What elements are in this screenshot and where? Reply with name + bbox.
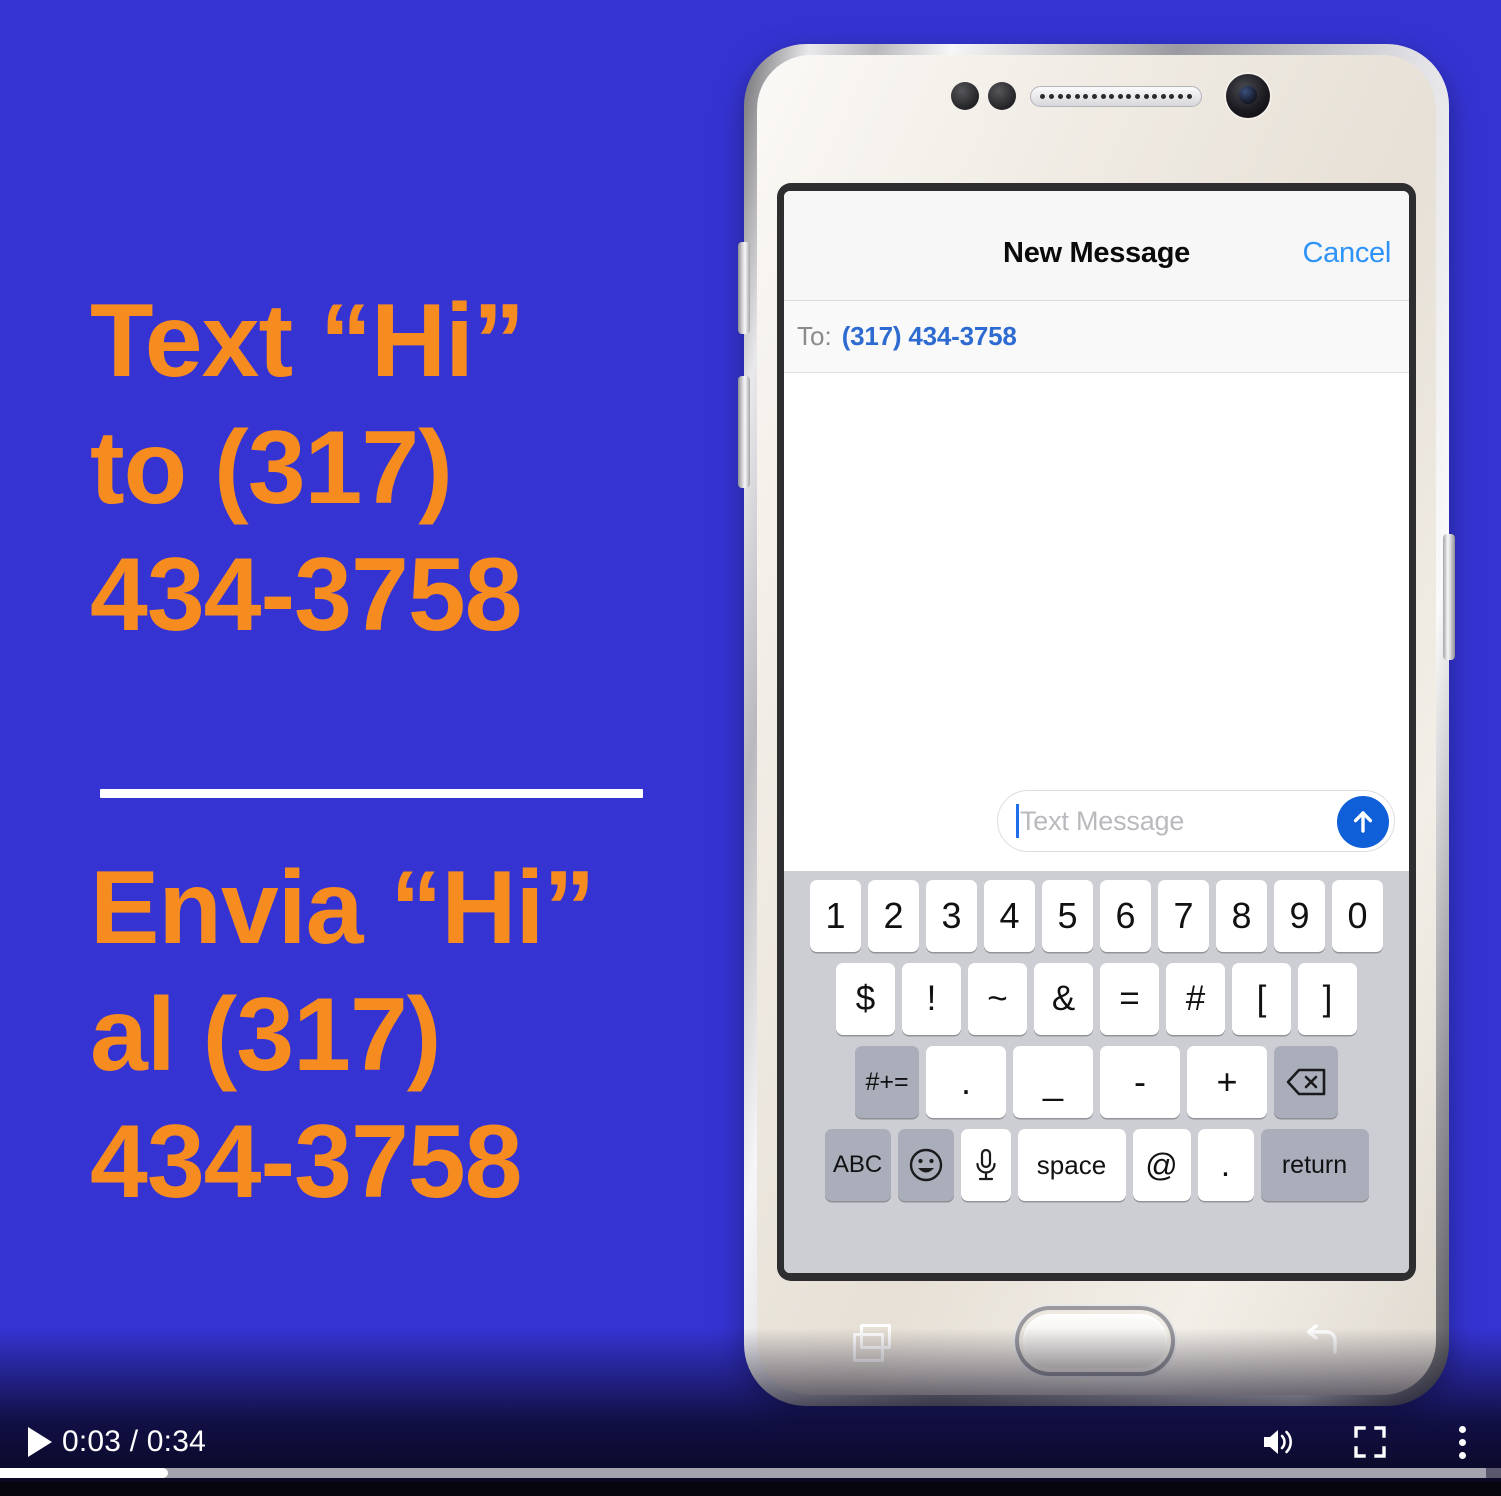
time-display: 0:03 / 0:34 [62, 1425, 206, 1458]
key-bracket-left[interactable]: [ [1232, 963, 1291, 1035]
key-4[interactable]: 4 [984, 880, 1035, 952]
on-screen-keyboard[interactable]: 1234567890 $! ~ & = #[] #+= . _ - + ABC … [784, 871, 1409, 1273]
back-icon[interactable] [1302, 1324, 1340, 1358]
key-underscore[interactable]: _ [1013, 1046, 1093, 1118]
home-button[interactable] [1019, 1310, 1171, 1372]
key-space[interactable]: space [1017, 1129, 1126, 1201]
key-return[interactable]: return [1260, 1129, 1369, 1201]
promo-spanish-line-2: al (317) [90, 976, 441, 1093]
back-arrow-glyph-icon [1306, 1324, 1337, 1354]
key-6[interactable]: 6 [1100, 880, 1151, 952]
player-bottom-strip [0, 1482, 1501, 1496]
speaker-glyph-icon [1264, 1430, 1292, 1454]
promo-spanish-line-3: 434-3758 [90, 1103, 523, 1220]
key-5[interactable]: 5 [1042, 880, 1093, 952]
key-exclamation[interactable]: ! [902, 963, 961, 1035]
recipient-row[interactable]: To: (317) 434-3758 [784, 301, 1409, 373]
key-bracket-right[interactable]: ] [1298, 963, 1357, 1035]
keyboard-row-symbols: $! ~ & = #[] [789, 963, 1404, 1035]
promo-text-english: Text “Hi” to (317) 434-3758 [90, 278, 710, 659]
fullscreen-icon[interactable] [1349, 1421, 1391, 1463]
keyboard-row-punctuation: #+= . _ - + [789, 1046, 1404, 1118]
front-camera-icon [1226, 74, 1270, 118]
message-input-placeholder: Text Message [1020, 805, 1185, 836]
key-1[interactable]: 1 [810, 880, 861, 952]
promo-english-line-1: Text “Hi” [90, 283, 525, 399]
fullscreen-glyph-icon [1354, 1426, 1386, 1458]
send-arrow-up-icon [1353, 811, 1373, 833]
phone-navigation-bar [777, 1293, 1416, 1389]
text-cursor [1016, 804, 1019, 838]
power-button[interactable] [1443, 534, 1455, 660]
emoji-icon[interactable] [897, 1129, 954, 1201]
key-ampersand[interactable]: & [1034, 963, 1093, 1035]
recipient-phone-number[interactable]: (317) 434-3758 [842, 321, 1017, 352]
earpiece-speaker-icon [1030, 86, 1202, 107]
compose-bar: Text Message [784, 779, 1409, 871]
volume-up-button[interactable] [738, 242, 750, 334]
promo-text-spanish: Envia “Hi” al (317) 434-3758 [90, 845, 730, 1226]
promo-english-line-3: 434-3758 [90, 536, 523, 653]
key-equals[interactable]: = [1100, 963, 1159, 1035]
play-icon[interactable] [18, 1420, 62, 1464]
microphone-icon[interactable] [960, 1129, 1011, 1201]
backspace-icon[interactable] [1274, 1046, 1338, 1118]
keyboard-row-bottom: ABC space @ . return [789, 1129, 1404, 1201]
volume-down-button[interactable] [738, 376, 750, 488]
more-options-icon[interactable] [1441, 1421, 1483, 1463]
send-button[interactable] [1337, 796, 1389, 848]
phone-screen[interactable]: New Message Cancel To: (317) 434-3758 Te… [784, 191, 1409, 1273]
volume-icon[interactable] [1257, 1421, 1299, 1463]
promo-english-line-2: to (317) [90, 409, 453, 526]
promo-divider [100, 789, 643, 798]
key-tilde[interactable]: ~ [968, 963, 1027, 1035]
key-period[interactable]: . [926, 1046, 1006, 1118]
key-3[interactable]: 3 [926, 880, 977, 952]
keyboard-row-numbers: 1234567890 [789, 880, 1404, 952]
key-hash[interactable]: # [1166, 963, 1225, 1035]
light-sensor-icon [988, 82, 1016, 110]
key-period-2[interactable]: . [1197, 1129, 1254, 1201]
key-8[interactable]: 8 [1216, 880, 1267, 952]
progress-buffer [0, 1468, 1486, 1478]
key-hyphen[interactable]: - [1100, 1046, 1180, 1118]
messages-header: New Message Cancel [784, 191, 1409, 301]
proximity-sensor-icon [951, 82, 979, 110]
recents-icon[interactable] [853, 1324, 891, 1362]
mic-glyph-icon [975, 1148, 996, 1181]
key-more-symbols[interactable]: #+= [855, 1046, 919, 1118]
key-abc[interactable]: ABC [824, 1129, 891, 1201]
progress-bar[interactable] [0, 1468, 1501, 1478]
conversation-body[interactable] [784, 373, 1409, 779]
key-dollar[interactable]: $ [836, 963, 895, 1035]
backspace-glyph-icon [1286, 1068, 1326, 1096]
key-7[interactable]: 7 [1158, 880, 1209, 952]
progress-fill [0, 1468, 169, 1478]
key-2[interactable]: 2 [868, 880, 919, 952]
key-at-sign[interactable]: @ [1132, 1129, 1191, 1201]
play-triangle-glyph-icon [28, 1427, 52, 1457]
key-plus[interactable]: + [1187, 1046, 1267, 1118]
control-bar-right-group [1257, 1418, 1483, 1466]
cancel-button[interactable]: Cancel [1303, 237, 1392, 270]
message-input[interactable]: Text Message [997, 790, 1395, 852]
phone-screen-bezel: New Message Cancel To: (317) 434-3758 Te… [777, 183, 1416, 1281]
kebab-dots-glyph-icon [1458, 1425, 1466, 1459]
video-player-stage[interactable]: Text “Hi” to (317) 434-3758 Envia “Hi” a… [0, 0, 1501, 1496]
smiley-face-icon [909, 1148, 942, 1182]
smartphone-mockup: New Message Cancel To: (317) 434-3758 Te… [738, 44, 1455, 1406]
to-label: To: [797, 321, 832, 351]
key-0[interactable]: 0 [1332, 880, 1383, 952]
key-9[interactable]: 9 [1274, 880, 1325, 952]
promo-spanish-line-1: Envia “Hi” [90, 850, 595, 966]
